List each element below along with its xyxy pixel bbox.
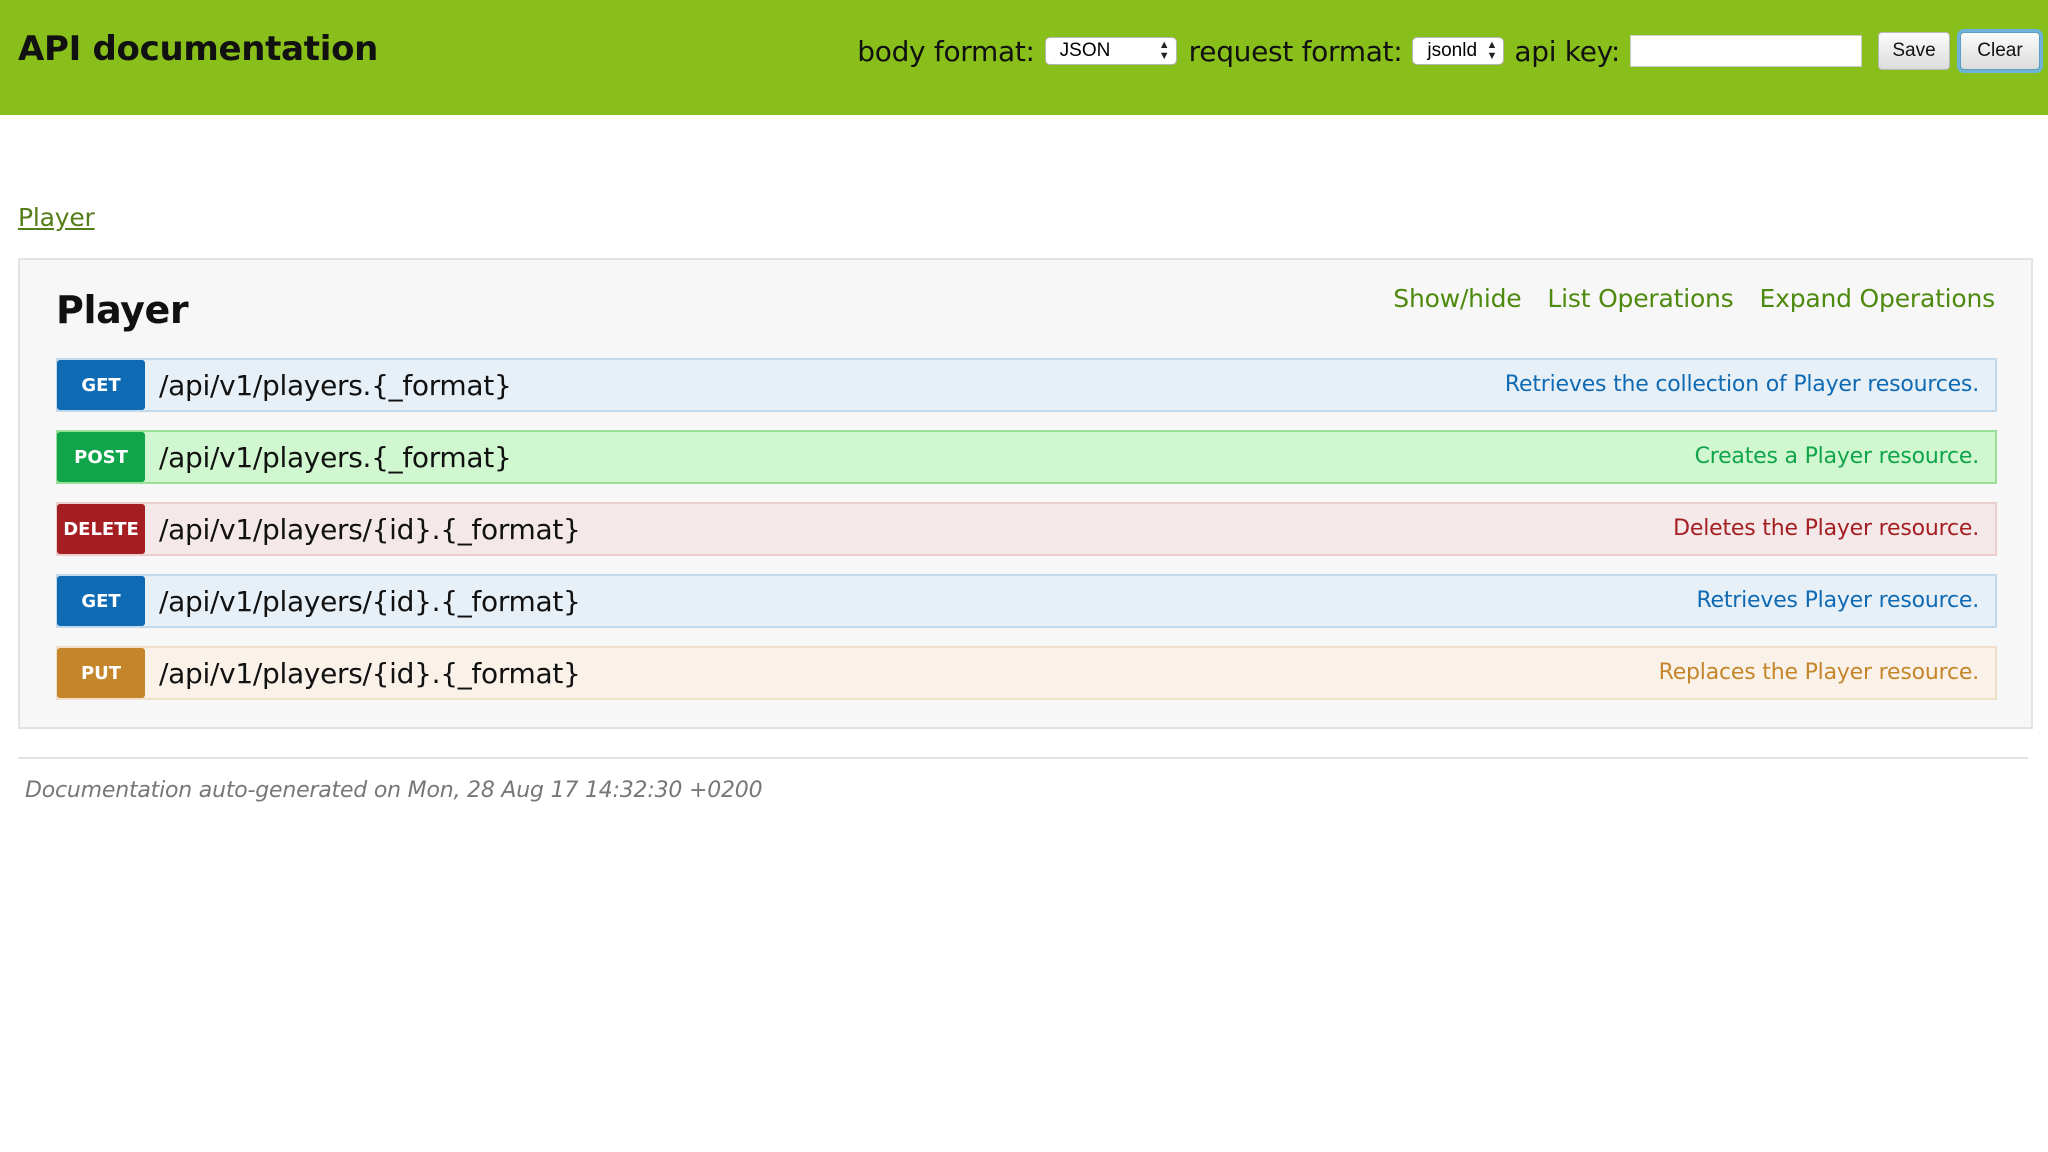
api-key-label: api key:	[1514, 34, 1620, 68]
operation-summary: Retrieves the collection of Player resou…	[1504, 372, 1979, 397]
operation-summary: Retrieves Player resource.	[1696, 588, 1979, 613]
operation-summary: Replaces the Player resource.	[1658, 660, 1980, 685]
operation-row[interactable]: PUT /api/v1/players/{id}.{_format} Repla…	[56, 646, 1997, 700]
resource-title: Player	[56, 288, 189, 332]
page-title: API documentation	[18, 29, 379, 69]
http-method-badge: DELETE	[57, 504, 145, 554]
http-method-badge: GET	[57, 576, 145, 626]
select-arrows-icon: ▲ ▼	[1158, 39, 1170, 62]
resource-actions: Show/hide List Operations Expand Operati…	[1393, 284, 1995, 313]
request-format-label: request format:	[1188, 34, 1403, 68]
operation-row[interactable]: DELETE /api/v1/players/{id}.{_format} De…	[56, 502, 1997, 556]
operations-list: GET /api/v1/players.{_format} Retrieves …	[56, 358, 1997, 718]
footer-divider	[18, 757, 2028, 759]
body-format-value: JSON	[1059, 40, 1111, 61]
operation-path: /api/v1/players.{_format}	[159, 368, 512, 402]
header-controls: body format: JSON ▲ ▼ request format: jso…	[857, 30, 2040, 72]
operation-row[interactable]: POST /api/v1/players.{_format} Creates a…	[56, 430, 1997, 484]
footer-note: Documentation auto-generated on Mon, 28 …	[25, 778, 763, 803]
request-format-value: jsonld	[1427, 40, 1478, 61]
show-hide-link[interactable]: Show/hide	[1393, 284, 1521, 313]
operation-summary: Creates a Player resource.	[1694, 444, 1980, 469]
request-format-select[interactable]: jsonld ▲ ▼	[1412, 37, 1505, 65]
resource-panel: Player Show/hide List Operations Expand …	[18, 258, 2033, 729]
resource-anchor-link[interactable]: Player	[18, 203, 95, 232]
body-format-label: body format:	[857, 34, 1035, 68]
operation-path: /api/v1/players.{_format}	[159, 440, 512, 474]
save-button[interactable]: Save	[1878, 32, 1950, 70]
api-key-input[interactable]	[1630, 35, 1862, 67]
operation-path: /api/v1/players/{id}.{_format}	[159, 584, 581, 618]
http-method-badge: PUT	[57, 648, 145, 698]
operation-row[interactable]: GET /api/v1/players.{_format} Retrieves …	[56, 358, 1997, 412]
clear-button[interactable]: Clear	[1960, 32, 2040, 70]
operation-row[interactable]: GET /api/v1/players/{id}.{_format} Retri…	[56, 574, 1997, 628]
expand-operations-link[interactable]: Expand Operations	[1760, 284, 1996, 313]
http-method-badge: GET	[57, 360, 145, 410]
operation-path: /api/v1/players/{id}.{_format}	[159, 656, 581, 690]
select-arrows-icon: ▲ ▼	[1486, 39, 1498, 62]
operation-path: /api/v1/players/{id}.{_format}	[159, 512, 581, 546]
top-header: API documentation body format: JSON ▲ ▼ r…	[0, 0, 2048, 115]
body-format-select[interactable]: JSON ▲ ▼	[1044, 37, 1177, 65]
list-operations-link[interactable]: List Operations	[1547, 284, 1733, 313]
operation-summary: Deletes the Player resource.	[1673, 516, 1979, 541]
http-method-badge: POST	[57, 432, 145, 482]
